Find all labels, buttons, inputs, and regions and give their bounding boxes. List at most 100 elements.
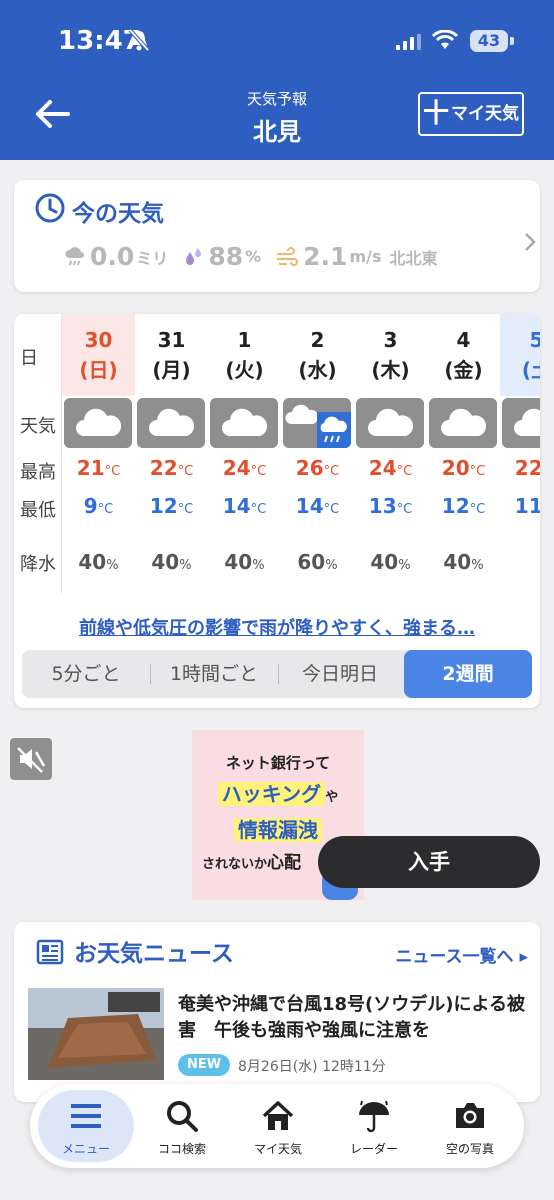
humidity-unit: % xyxy=(245,247,262,266)
segment-5min[interactable]: 5分ごと xyxy=(22,650,150,698)
forecast-precip: 40% xyxy=(354,550,427,574)
forecast-high-unit: °C xyxy=(469,464,486,479)
forecast-weekday: (金) xyxy=(444,358,483,382)
battery-indicator: 43 xyxy=(470,30,508,52)
forecast-high-value: 26 xyxy=(295,456,324,480)
forecast-high-unit: °C xyxy=(323,464,340,479)
ad-line2: ハッキングや xyxy=(192,778,364,807)
forecast-date: 5 xyxy=(529,328,540,352)
forecast-low-unit: °C xyxy=(250,502,267,517)
segment-today-tomorrow[interactable]: 今日明日 xyxy=(278,650,402,698)
tab-sky-photos[interactable]: 空の写真 xyxy=(422,1090,518,1162)
forecast-low-value: 12 xyxy=(441,494,470,518)
forecast-weekday: (月) xyxy=(152,358,191,382)
forecast-date: 4 xyxy=(456,328,471,352)
forecast-day-column[interactable]: 3 (木) 24°C 13°C 40% xyxy=(354,314,427,594)
wind-group: 2.1 m/s 北北東 xyxy=(275,242,438,271)
precip-unit: ミリ xyxy=(136,248,169,268)
forecast-high: 24°C xyxy=(354,456,427,480)
forecast-low-value: 12 xyxy=(149,494,178,518)
cloudy-rain-icon xyxy=(283,398,351,448)
forecast-precip-unit: % xyxy=(106,558,119,573)
forecast-weekday: (水) xyxy=(298,358,337,382)
forecast-precip: 60% xyxy=(281,550,354,574)
news-section-title: お天気ニュース xyxy=(74,941,234,967)
wind-icon xyxy=(277,246,299,266)
forecast-low: 14°C xyxy=(208,494,281,518)
forecast-day-column[interactable]: 2 (水) 26°C 14°C 60% xyxy=(281,314,354,594)
forecast-high-unit: °C xyxy=(177,464,194,479)
forecast-precip-unit: % xyxy=(252,558,265,573)
forecast-high-unit: °C xyxy=(250,464,267,479)
tab-my-weather[interactable]: マイ天気 xyxy=(230,1090,326,1162)
camera-icon xyxy=(456,1103,484,1128)
search-icon xyxy=(167,1101,198,1132)
humidity-value: 88 xyxy=(208,242,244,271)
forecast-day-column[interactable]: 31 (月) 22°C 12°C 40% xyxy=(135,314,208,594)
tab-menu-label: メニュー xyxy=(61,1142,110,1156)
tab-search[interactable]: ココ検索 xyxy=(134,1090,230,1162)
forecast-day-column[interactable]: 4 (金) 20°C 12°C 40% xyxy=(427,314,500,594)
ad-line4-text: されないか xyxy=(202,857,268,872)
umbrella-icon xyxy=(359,1100,389,1133)
bottom-tab-bar: メニュー ココ検索 マイ天気 レーダー 空の写真 xyxy=(30,1084,524,1168)
mute-icon[interactable] xyxy=(10,738,52,780)
cloudy-icon xyxy=(64,398,132,448)
wifi-icon xyxy=(432,30,458,49)
news-thumbnail-image[interactable] xyxy=(28,988,164,1080)
forecast-low: 11°C xyxy=(500,494,540,518)
current-weather-title: 今の天気 xyxy=(72,201,164,227)
tab-radar-label: レーダー xyxy=(349,1142,398,1156)
forecast-precip: 40% xyxy=(427,550,500,574)
forecast-low: 9°C xyxy=(62,494,135,518)
forecast-low-value: 14 xyxy=(295,494,324,518)
forecast-low: 14°C xyxy=(281,494,354,518)
ad-line2-suffix: や xyxy=(325,790,339,805)
forecast-low-value: 14 xyxy=(222,494,251,518)
forecast-day-column[interactable]: 30 (日) 21°C 9°C 40% xyxy=(62,314,135,594)
plus-icon: 十 xyxy=(422,99,449,129)
forecast-day-column[interactable]: 5 (土 22°C 11°C xyxy=(500,314,540,594)
get-button[interactable]: 入手 xyxy=(318,836,540,888)
forecast-high-value: 24 xyxy=(368,456,397,480)
add-my-weather-button[interactable]: 十マイ天気 xyxy=(418,92,524,136)
forecast-precip: 40% xyxy=(135,550,208,574)
forecast-high-value: 20 xyxy=(441,456,470,480)
label-day: 日 xyxy=(20,348,38,369)
tab-search-label: ココ検索 xyxy=(157,1142,206,1156)
forecast-date: 2 xyxy=(310,328,325,352)
my-weather-label: マイ天気 xyxy=(451,104,519,124)
news-all-label: ニュース一覧へ xyxy=(395,947,514,967)
precip-group: 0.0 ミリ xyxy=(64,242,168,271)
forecast-precip-value: 40 xyxy=(370,550,399,574)
status-bar: 13:47 43 xyxy=(0,0,554,80)
current-weather-card[interactable]: 今の天気 0.0 ミリ 88 % 2.1 m/s 北北東 xyxy=(14,180,540,292)
segment-hourly[interactable]: 1時間ごと xyxy=(150,650,278,698)
forecast-low: 13°C xyxy=(354,494,427,518)
forecast-low-unit: °C xyxy=(396,502,413,517)
tab-radar[interactable]: レーダー xyxy=(326,1090,422,1162)
home-icon xyxy=(262,1101,294,1130)
cloudy-icon xyxy=(356,398,424,448)
tab-menu[interactable]: メニュー xyxy=(38,1090,134,1162)
humidity-group: 88 % xyxy=(182,242,261,271)
news-headline[interactable]: 奄美や沖縄で台風18号(ソウデル)による被害 午後も強雨や強風に注意を xyxy=(178,992,528,1044)
new-badge: NEW xyxy=(178,1054,230,1076)
forecast-row-labels: 日 天気 最高 最低 降水 xyxy=(14,314,62,594)
forecast-low-unit: °C xyxy=(469,502,486,517)
forecast-precip-unit: % xyxy=(325,558,338,573)
forecast-high-unit: °C xyxy=(104,464,121,479)
news-all-link[interactable]: ニュース一覧へ ▸ xyxy=(395,942,528,967)
battery-tip xyxy=(510,37,514,45)
forecast-high: 20°C xyxy=(427,456,500,480)
forecast-date: 31 xyxy=(157,328,186,352)
forecast-columns[interactable]: 30 (日) 21°C 9°C 40% 31 (月) 22°C 12°C 40% 1 (火) 24°C 1… xyxy=(62,314,540,594)
segment-2weeks[interactable]: 2週間 xyxy=(404,650,532,698)
humidity-drops-icon xyxy=(186,247,202,265)
tab-my-weather-label: マイ天気 xyxy=(253,1142,302,1156)
rain-cloud-icon xyxy=(65,246,84,265)
forecast-day-column[interactable]: 1 (火) 24°C 14°C 40% xyxy=(208,314,281,594)
forecast-summary-link[interactable]: 前線や低気圧の影響で雨が降りやすく、強まる… xyxy=(14,614,540,640)
forecast-precip-value: 60 xyxy=(297,550,326,574)
forecast-weekday: (土 xyxy=(521,358,540,382)
